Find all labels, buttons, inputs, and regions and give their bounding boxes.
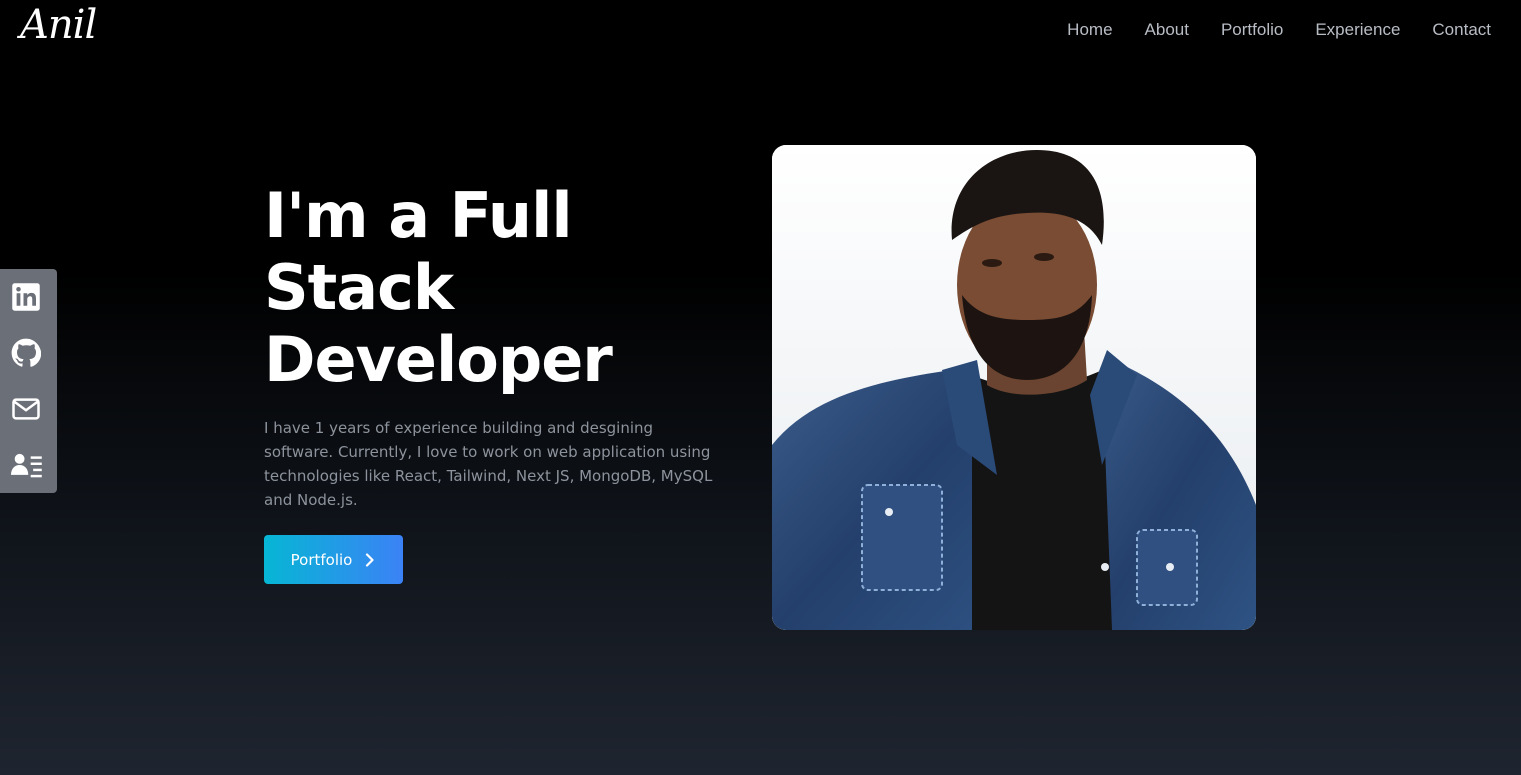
github-icon (11, 338, 41, 367)
social-link-github[interactable] (0, 325, 57, 381)
nav-links: Home About Portfolio Experience Contact (1067, 20, 1491, 40)
linkedin-icon (12, 283, 40, 311)
social-sidebar (0, 269, 57, 493)
headline-line-1: I'm a Full (264, 179, 573, 252)
headline-line-3: Developer (264, 323, 613, 396)
logo[interactable]: Anil (20, 2, 97, 48)
nav-link-portfolio[interactable]: Portfolio (1221, 20, 1283, 40)
mail-icon (12, 398, 40, 420)
nav-link-experience[interactable]: Experience (1315, 20, 1400, 40)
hero-text: I'm a Full Stack Developer I have 1 year… (264, 180, 734, 512)
profile-photo (772, 145, 1256, 630)
hero-headline: I'm a Full Stack Developer (264, 180, 734, 396)
resume-icon (11, 453, 42, 478)
social-link-resume[interactable] (0, 437, 57, 493)
portfolio-button[interactable]: Portfolio (264, 535, 403, 584)
social-link-mail[interactable] (0, 381, 57, 437)
headline-line-2: Stack (264, 251, 454, 324)
social-link-linkedin[interactable] (0, 269, 57, 325)
navbar: Anil Home About Portfolio Experience Con… (0, 0, 1521, 64)
hero-intro: I have 1 years of experience building an… (264, 419, 713, 509)
portfolio-button-label: Portfolio (290, 550, 353, 569)
nav-link-contact[interactable]: Contact (1432, 20, 1491, 40)
nav-link-about[interactable]: About (1145, 20, 1189, 40)
chevron-right-icon (366, 552, 374, 567)
nav-link-home[interactable]: Home (1067, 20, 1112, 40)
